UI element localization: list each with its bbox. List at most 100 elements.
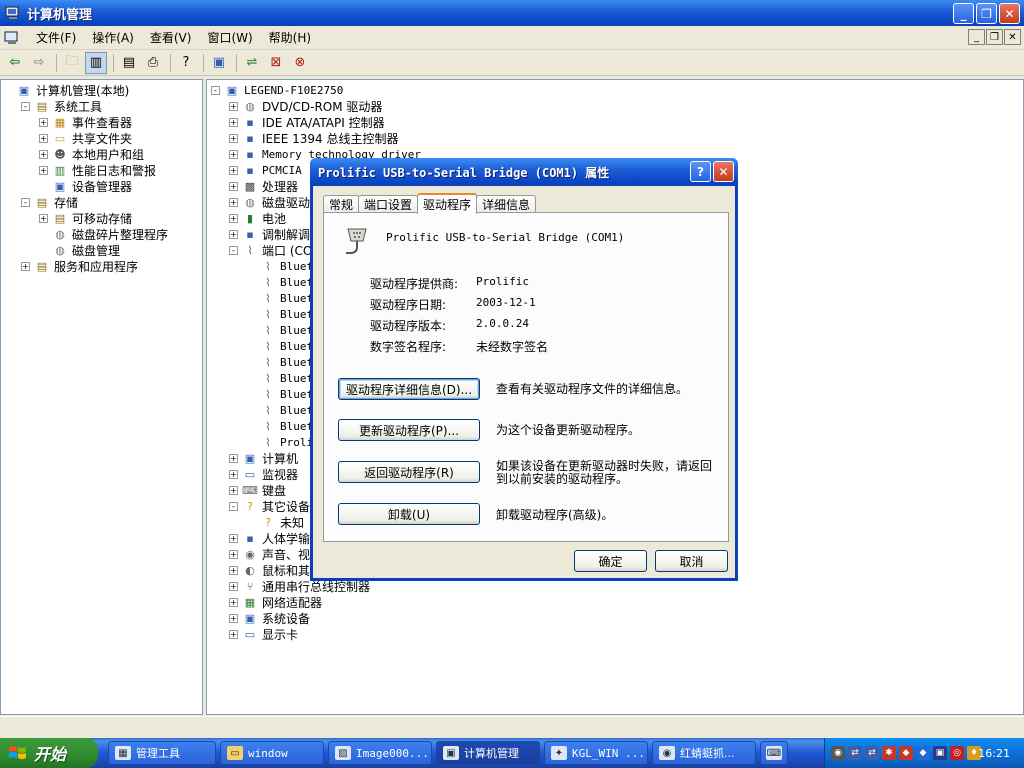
expand-icon[interactable]: + — [39, 165, 48, 175]
scan-hardware-button[interactable]: ▣ — [208, 52, 230, 74]
expand-icon[interactable]: + — [229, 453, 238, 463]
driver-details-button[interactable]: 驱动程序详细信息(D)... — [338, 378, 480, 400]
close-button[interactable]: ✕ — [999, 3, 1020, 24]
tree-item[interactable]: - ▣ LEGEND-F10E2750 — [211, 82, 343, 98]
restore-button[interactable]: ❐ — [976, 3, 997, 24]
minimize-button[interactable]: _ — [953, 3, 974, 24]
tree-item[interactable]: + ▭ 监视器 — [229, 466, 298, 482]
tree-item[interactable]: ⌇ Bluet — [247, 370, 313, 386]
expand-icon[interactable]: + — [229, 101, 238, 111]
collapse-icon[interactable]: - — [21, 101, 30, 111]
tree-item[interactable]: ⌇ Bluet — [247, 418, 313, 434]
taskbar-item-kgl-win[interactable]: ✦ KGL_WIN ... — [544, 741, 648, 765]
tree-item[interactable]: ⌇ Proli — [247, 434, 313, 450]
tree-item[interactable]: ◍ 磁盘碎片整理程序 — [39, 226, 168, 242]
tree-item[interactable]: + ◍ 磁盘驱动 — [229, 194, 310, 210]
properties-button[interactable]: ▤ — [118, 52, 140, 74]
tree-item[interactable]: + ▥ 性能日志和警报 — [39, 162, 156, 178]
console-tree-pane[interactable]: ▣ 计算机管理(本地) - ▤ 系统工具 + ▦ 事件查看器 + ▭ 共享文件夹 + ☻ 本地用户和组 + ▥… — [0, 79, 203, 715]
rollback-driver-button[interactable]: 返回驱动程序(R) — [338, 461, 480, 483]
tree-item[interactable]: ⌇ Bluet — [247, 338, 313, 354]
expand-icon[interactable]: + — [229, 229, 238, 239]
tree-item[interactable]: + ◍ DVD/CD-ROM 驱动器 — [229, 98, 382, 114]
tab-general[interactable]: 常规 — [323, 195, 360, 213]
child-minimize-button[interactable]: _ — [968, 29, 985, 45]
network-tray-icon[interactable]: ⇄ — [848, 746, 862, 760]
tree-item[interactable]: - ▤ 存储 — [21, 194, 78, 210]
child-restore-button[interactable]: ❐ — [986, 29, 1003, 45]
tree-item[interactable]: ◍ 磁盘管理 — [39, 242, 120, 258]
tree-item[interactable]: ⌇ Bluet — [247, 354, 313, 370]
dialog-help-button[interactable]: ? — [690, 161, 711, 182]
taskbar-keyboard-button[interactable]: ⌨ — [760, 741, 788, 765]
expand-icon[interactable]: + — [229, 469, 238, 479]
show-hide-tree-button[interactable]: ▥ — [85, 51, 107, 74]
expand-icon[interactable]: + — [229, 597, 238, 607]
network-tray-icon[interactable]: ⇄ — [865, 746, 879, 760]
expand-icon[interactable]: + — [229, 581, 238, 591]
taskbar-item-computer-management[interactable]: ▣ 计算机管理 — [436, 741, 540, 765]
dialog-title-bar[interactable]: Prolific USB-to-Serial Bridge (COM1) 属性 … — [310, 158, 738, 186]
tree-item[interactable]: + ▭ 共享文件夹 — [39, 130, 132, 146]
tab-details[interactable]: 详细信息 — [476, 195, 537, 213]
tree-item[interactable]: + ▪ 调制解调 — [229, 226, 310, 242]
main-title-bar[interactable]: 计算机管理 _ ❐ ✕ — [0, 0, 1024, 26]
expand-icon[interactable]: + — [39, 133, 48, 143]
tree-item[interactable]: ▣ 计算机管理(本地) — [3, 82, 130, 98]
disable-device-button[interactable]: ⊠ — [265, 52, 287, 74]
tree-item[interactable]: ⌇ Bluet — [247, 290, 313, 306]
expand-icon[interactable]: + — [229, 149, 238, 159]
up-level-button[interactable]: 🗀 — [61, 52, 83, 74]
tree-item[interactable]: + ▪ PCMCIA — [229, 162, 302, 178]
tree-item[interactable]: ⌇ Bluet — [247, 274, 313, 290]
expand-icon[interactable]: + — [229, 197, 238, 207]
update-driver-button[interactable]: ⇌ — [241, 52, 263, 74]
menu-window[interactable]: 窗口(W) — [199, 29, 260, 46]
tree-item[interactable]: + ▣ 计算机 — [229, 450, 298, 466]
child-close-button[interactable]: ✕ — [1004, 29, 1021, 45]
tree-item[interactable]: + ▪ 人体学输 — [229, 530, 310, 546]
tab-port-settings[interactable]: 端口设置 — [358, 195, 419, 213]
expand-icon[interactable]: + — [229, 629, 238, 639]
expand-icon[interactable]: + — [39, 213, 48, 223]
taskbar-item-admin-tools[interactable]: ▦ 管理工具 — [108, 741, 216, 765]
tree-item[interactable]: + ☻ 本地用户和组 — [39, 146, 144, 162]
expand-icon[interactable]: + — [229, 165, 238, 175]
dialog-close-button[interactable]: ✕ — [713, 161, 734, 182]
menu-help[interactable]: 帮助(H) — [261, 29, 319, 46]
tree-item[interactable]: + ▤ 可移动存储 — [39, 210, 132, 226]
tree-item[interactable]: ⌇ Bluet — [247, 386, 313, 402]
back-button[interactable]: ⇦ — [4, 52, 26, 74]
tree-item[interactable]: - ⌇ 端口 (CO — [229, 242, 312, 258]
tree-item[interactable]: + ▩ 处理器 — [229, 178, 298, 194]
tab-driver[interactable]: 驱动程序 — [417, 193, 478, 214]
expand-icon[interactable]: + — [39, 117, 48, 127]
tree-item[interactable]: ▣ 设备管理器 — [39, 178, 132, 194]
tree-item[interactable]: + ◉ 声音、视 — [229, 546, 310, 562]
expand-icon[interactable]: + — [229, 565, 238, 575]
expand-icon[interactable]: + — [229, 549, 238, 559]
tree-item[interactable]: + ⌨ 键盘 — [229, 482, 286, 498]
collapse-icon[interactable]: - — [229, 245, 238, 255]
expand-icon[interactable]: + — [229, 117, 238, 127]
tree-item[interactable]: ⌇ Bluet — [247, 258, 313, 274]
tree-item[interactable]: - ▤ 系统工具 — [21, 98, 102, 114]
start-button[interactable]: 开始 — [0, 738, 98, 768]
tree-item[interactable]: + ▤ 服务和应用程序 — [21, 258, 138, 274]
expand-icon[interactable]: + — [229, 181, 238, 191]
antivirus-tray-icon[interactable]: ✱ — [882, 746, 896, 760]
tree-item[interactable]: ⌇ Bluet — [247, 402, 313, 418]
collapse-icon[interactable]: - — [229, 501, 238, 511]
taskbar-item-capture-tool[interactable]: ◉ 红蜻蜓抓... — [652, 741, 756, 765]
expand-icon[interactable]: + — [229, 533, 238, 543]
tree-item[interactable]: + ▪ IDE ATA/ATAPI 控制器 — [229, 114, 385, 130]
mmc-document-icon[interactable] — [4, 31, 20, 45]
taskbar-item-window[interactable]: ▭ window — [220, 741, 324, 765]
tree-item[interactable]: ? 未知 — [247, 514, 304, 530]
monitor-tray-icon[interactable]: ▣ — [933, 746, 947, 760]
security-tray-icon[interactable]: ◎ — [950, 746, 964, 760]
menu-file[interactable]: 文件(F) — [28, 29, 84, 46]
tree-item[interactable]: + ▦ 事件查看器 — [39, 114, 132, 130]
tree-item[interactable]: -? 其它设备 — [229, 498, 310, 514]
shield-icon[interactable]: ◆ — [899, 746, 913, 760]
